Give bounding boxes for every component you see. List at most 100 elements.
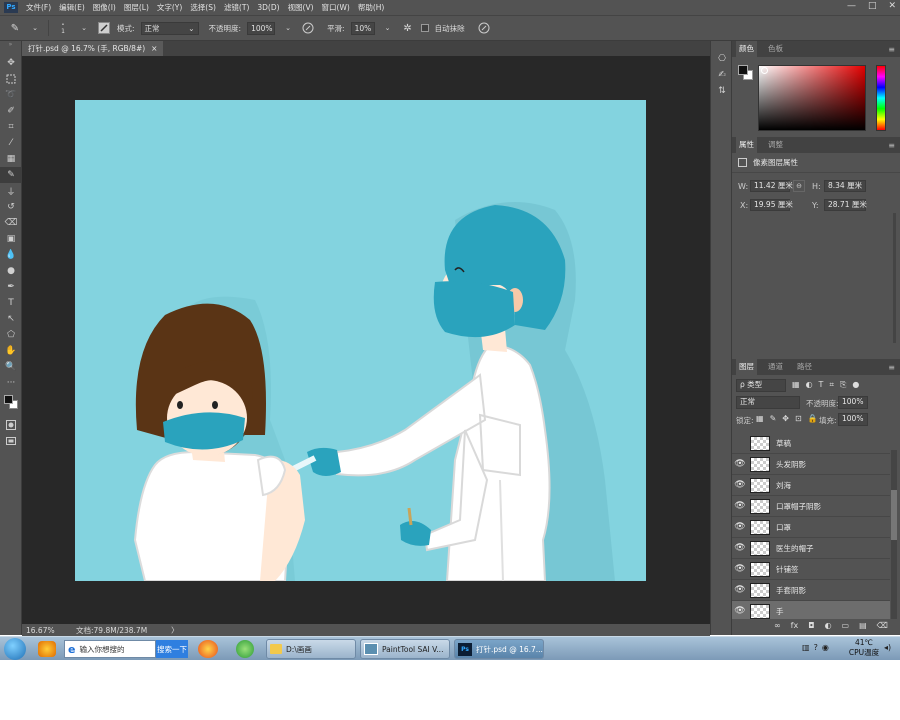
menu-view[interactable]: 视图(V) [288, 2, 314, 13]
zoom-level[interactable]: 16.67% [26, 626, 66, 635]
close-button[interactable]: ✕ [888, 1, 896, 11]
eraser-tool-icon[interactable]: ⌫ [0, 215, 22, 231]
layer-row[interactable]: 👁 手套阴影 [732, 580, 890, 601]
panel-menu-icon[interactable]: ≡ [888, 363, 895, 372]
layers-scrollbar[interactable] [891, 450, 897, 619]
menu-select[interactable]: 选择(S) [190, 2, 216, 13]
eye-icon[interactable]: 👁 [732, 522, 748, 532]
tab-adjustments[interactable]: 调整 [765, 137, 786, 153]
filter-adjust-icon[interactable]: ◐ [806, 380, 813, 390]
color-swatches[interactable] [0, 391, 22, 417]
group-icon[interactable]: ▭ [842, 621, 850, 630]
menu-help[interactable]: 帮助(H) [358, 2, 385, 13]
zoom-tool-icon[interactable]: 🔍 [0, 359, 22, 375]
blend-mode-select[interactable]: 正常 [736, 396, 800, 409]
path-select-tool-icon[interactable]: ↖ [0, 311, 22, 327]
new-layer-icon[interactable]: ▤ [859, 621, 867, 630]
panel-menu-icon[interactable]: ≡ [888, 141, 895, 150]
foreground-color[interactable] [4, 395, 13, 404]
color-foreground[interactable] [738, 65, 748, 75]
eye-icon[interactable]: 👁 [732, 480, 748, 490]
type-tool-icon[interactable]: T [0, 295, 22, 311]
smooth-input[interactable]: 10% [350, 21, 375, 35]
menu-file[interactable]: 文件(F) [26, 2, 51, 13]
height-field[interactable]: 8.34 厘米 [824, 180, 866, 192]
healing-tool-icon[interactable]: ▦ [0, 151, 22, 167]
x-field[interactable]: 19.95 厘米 [750, 199, 793, 211]
browser-pinned-icon[interactable] [198, 640, 218, 658]
document-tab[interactable]: 打针.psd @ 16.7% (手, RGB/8#) × [22, 41, 164, 56]
tab-swatches[interactable]: 色板 [765, 41, 786, 57]
tab-color[interactable]: 颜色 [736, 41, 757, 57]
taskbar-sai[interactable]: PaintTool SAI V... [360, 639, 450, 659]
menu-filter[interactable]: 滤镜(T) [224, 2, 249, 13]
filter-toggle-icon[interactable]: ● [852, 380, 859, 390]
adjustment-layer-icon[interactable]: ◐ [825, 621, 832, 630]
layer-row[interactable]: 👁 刘海 [732, 475, 890, 496]
menu-type[interactable]: 文字(Y) [157, 2, 182, 13]
eye-icon[interactable]: 👁 [732, 459, 748, 469]
gear-icon[interactable]: ✲ [401, 21, 415, 35]
eye-icon[interactable]: 👁 [732, 564, 748, 574]
tab-channels[interactable]: 通道 [765, 359, 786, 375]
security-icon[interactable]: ◉ [822, 643, 829, 652]
taskbar-folder[interactable]: D:\画画 [266, 639, 356, 659]
hue-slider[interactable] [876, 65, 886, 131]
menu-image[interactable]: 图像(I) [93, 2, 116, 13]
quick-mask-icon[interactable] [0, 417, 22, 433]
network-icon[interactable]: ▥ [802, 643, 810, 652]
pencil-tool-icon[interactable]: ✎ [0, 167, 22, 183]
filter-pixel-icon[interactable]: ▦ [792, 380, 800, 390]
lasso-tool-icon[interactable]: ➰ [0, 87, 22, 103]
link-layers-icon[interactable]: ∞ [774, 621, 781, 630]
chevron-down-icon[interactable]: ⌄ [281, 21, 295, 35]
lock-all-icon[interactable]: 🔒 [808, 414, 818, 423]
status-arrow-icon[interactable]: 〉 [171, 625, 179, 636]
width-field[interactable]: 11.42 厘米 [750, 180, 793, 192]
eye-icon[interactable]: 👁 [732, 585, 748, 595]
chevron-down-icon[interactable]: ⌄ [77, 21, 91, 35]
more-tools-icon[interactable]: ··· [0, 375, 22, 391]
tab-properties[interactable]: 属性 [736, 137, 757, 153]
color-picker-ring[interactable] [761, 67, 768, 74]
layer-row[interactable]: 👁 针铺签 [732, 559, 890, 580]
adjust-panel-icon[interactable]: ⇅ [711, 83, 733, 99]
pen-tool-icon[interactable]: ✒ [0, 279, 22, 295]
close-tab-icon[interactable]: × [151, 44, 157, 53]
tab-paths[interactable]: 路径 [794, 359, 815, 375]
stamp-tool-icon[interactable]: ⏚ [0, 183, 22, 199]
filter-type-icon[interactable]: T [819, 380, 824, 390]
menu-edit[interactable]: 编辑(E) [59, 2, 85, 13]
mode-select[interactable]: 正常 ⌄ [140, 21, 199, 35]
history-brush-icon[interactable]: ↺ [0, 199, 22, 215]
link-icon[interactable]: ⊖ [793, 180, 805, 192]
panel-menu-icon[interactable]: ≡ [888, 45, 895, 54]
chevron-down-icon[interactable]: ⌄ [28, 21, 42, 35]
layer-filter-select[interactable]: ρ 类型 [736, 379, 786, 392]
properties-scrollbar[interactable] [893, 213, 896, 343]
brush-settings-icon[interactable]: ✍ [711, 67, 733, 83]
color-field[interactable] [758, 65, 866, 131]
eye-icon[interactable]: 👁 [732, 501, 748, 511]
document-canvas[interactable] [75, 100, 646, 581]
history-panel-icon[interactable]: ⎔ [711, 51, 733, 67]
blur-tool-icon[interactable]: 💧 [0, 247, 22, 263]
eye-icon[interactable]: 👁 [732, 543, 748, 553]
minimize-button[interactable]: — [847, 1, 856, 11]
filter-smart-icon[interactable]: ⎘ [840, 380, 846, 390]
shape-tool-icon[interactable]: ⬠ [0, 327, 22, 343]
fx-icon[interactable]: fx [791, 621, 799, 630]
dodge-tool-icon[interactable]: ● [0, 263, 22, 279]
menu-layer[interactable]: 图层(L) [124, 2, 149, 13]
move-tool-icon[interactable]: ✥ [0, 55, 22, 71]
crop-tool-icon[interactable]: ⌗ [0, 119, 22, 135]
auto-erase-checkbox[interactable] [420, 24, 429, 32]
layer-row[interactable]: 👁 口罩 [732, 517, 890, 538]
volume-icon[interactable]: ◂) [884, 643, 891, 652]
layer-row[interactable]: 👁 医生的帽子 [732, 538, 890, 559]
opacity-input[interactable]: 100% [247, 21, 276, 35]
screen-mode-icon[interactable] [0, 433, 22, 449]
collapse-icon[interactable]: » [0, 41, 21, 55]
menu-window[interactable]: 窗口(W) [322, 2, 350, 13]
help-icon[interactable]: ? [814, 643, 818, 652]
